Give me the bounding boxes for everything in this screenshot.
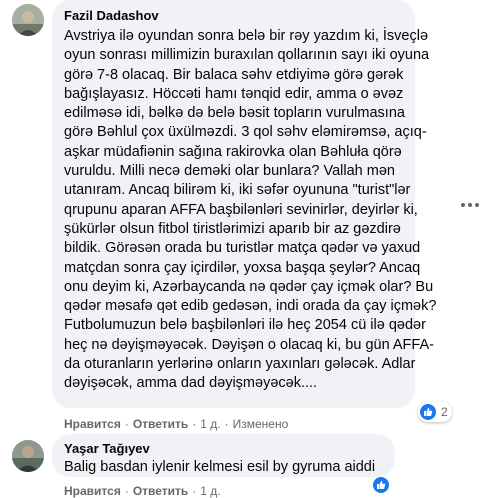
comment-text-line: şükürlər olsun fitbol tiristlərimizi apa… bbox=[64, 220, 401, 237]
comment-text-line: qədər məsafə qət edib gedəsən, indi orad… bbox=[64, 298, 437, 315]
separator-dot: · bbox=[224, 417, 229, 431]
edited-label[interactable]: Изменено bbox=[233, 417, 289, 431]
avatar[interactable] bbox=[12, 440, 44, 472]
comment-text-line: bağışlayasız. Höccəti hamı tənqid edir, … bbox=[64, 85, 404, 102]
comment-text-line: görə 7-8 olacaq. Bir balaca səhv etdiyim… bbox=[64, 66, 404, 83]
comment-text-line: qrupunu aparan AFFA başbilənləri sevinir… bbox=[64, 201, 418, 218]
comment-text-line: Balig basdan iylenir kelmesi esil by gyr… bbox=[64, 459, 376, 475]
comment-text-line: aşkar müdafiənin sağına rakirovka olan B… bbox=[64, 143, 402, 160]
reaction-summary[interactable]: 2 bbox=[418, 402, 452, 422]
timestamp-link[interactable]: 1 д. bbox=[200, 417, 220, 431]
more-dot-icon bbox=[468, 203, 472, 207]
separator-dot: · bbox=[192, 417, 197, 431]
comment-text-line: görə Bəhlul çox üxülməzdi. 3 qol səhv el… bbox=[64, 124, 427, 141]
comment-author[interactable]: Fazil Dadashov bbox=[64, 8, 403, 24]
comment-text-line: vuruldu. Milli necə deməki olar bunlara?… bbox=[64, 163, 395, 180]
comment-text-line: onu deyim ki, Azərbaycanda nə qədər çay … bbox=[64, 278, 434, 295]
comment-text-line: dəyişəcək, amma dad dəyişməyəcək.... bbox=[64, 375, 318, 392]
comment-text-line: utanıram. Ancaq bilirəm ki, iki səfər oy… bbox=[64, 182, 411, 199]
comment-text-line: Futbolumuzun belə başbilənləri ilə heç 2… bbox=[64, 317, 426, 334]
comment-text: Avstriya ilə oyundan sonra belə bir rəy … bbox=[64, 27, 437, 394]
avatar[interactable] bbox=[12, 4, 44, 36]
comment-text: Balig basdan iylenir kelmesi esil by gyr… bbox=[64, 458, 383, 477]
comment-author[interactable]: Yaşar Tağıyev bbox=[64, 441, 383, 457]
comment-text-line: da oturanların yerlərinə onların yaxınla… bbox=[64, 356, 416, 373]
more-options-button[interactable] bbox=[454, 189, 486, 221]
like-link[interactable]: Нравится bbox=[64, 417, 121, 431]
comment-bubble: Yaşar Tağıyev Balig basdan iylenir kelme… bbox=[52, 434, 395, 477]
comment-text-line: Avstriya ilə oyundan sonra belə bir rəy … bbox=[64, 28, 429, 44]
more-dot-icon bbox=[461, 203, 465, 207]
comment-text-line: heç nə dəyişməyəcək. Dəyişən o olacaq ki… bbox=[64, 336, 434, 353]
comment-actions: Нравится · Ответить · 1 д. · Изменено bbox=[64, 417, 288, 431]
comment-text-line: edilməsə idi, bəlkə də belə bəsit toplar… bbox=[64, 105, 405, 122]
like-reaction-icon[interactable] bbox=[373, 477, 389, 493]
like-reaction-icon bbox=[420, 404, 436, 420]
comment-text-line: oyun sonrası millimizin buraxılan qollar… bbox=[64, 47, 430, 64]
reaction-count: 2 bbox=[441, 405, 448, 419]
comment-bubble: Fazil Dadashov Avstriya ilə oyundan sonr… bbox=[52, 0, 437, 408]
comment-text-line: bildik. Görəsən orada bu turistlər matça… bbox=[64, 240, 421, 257]
comment-text-line: matçdan sonra çay içirdilər, yoxsa başqa… bbox=[64, 259, 421, 276]
more-dot-icon bbox=[475, 203, 479, 207]
reply-link[interactable]: Ответить bbox=[133, 417, 188, 431]
separator-dot: · bbox=[124, 417, 129, 431]
